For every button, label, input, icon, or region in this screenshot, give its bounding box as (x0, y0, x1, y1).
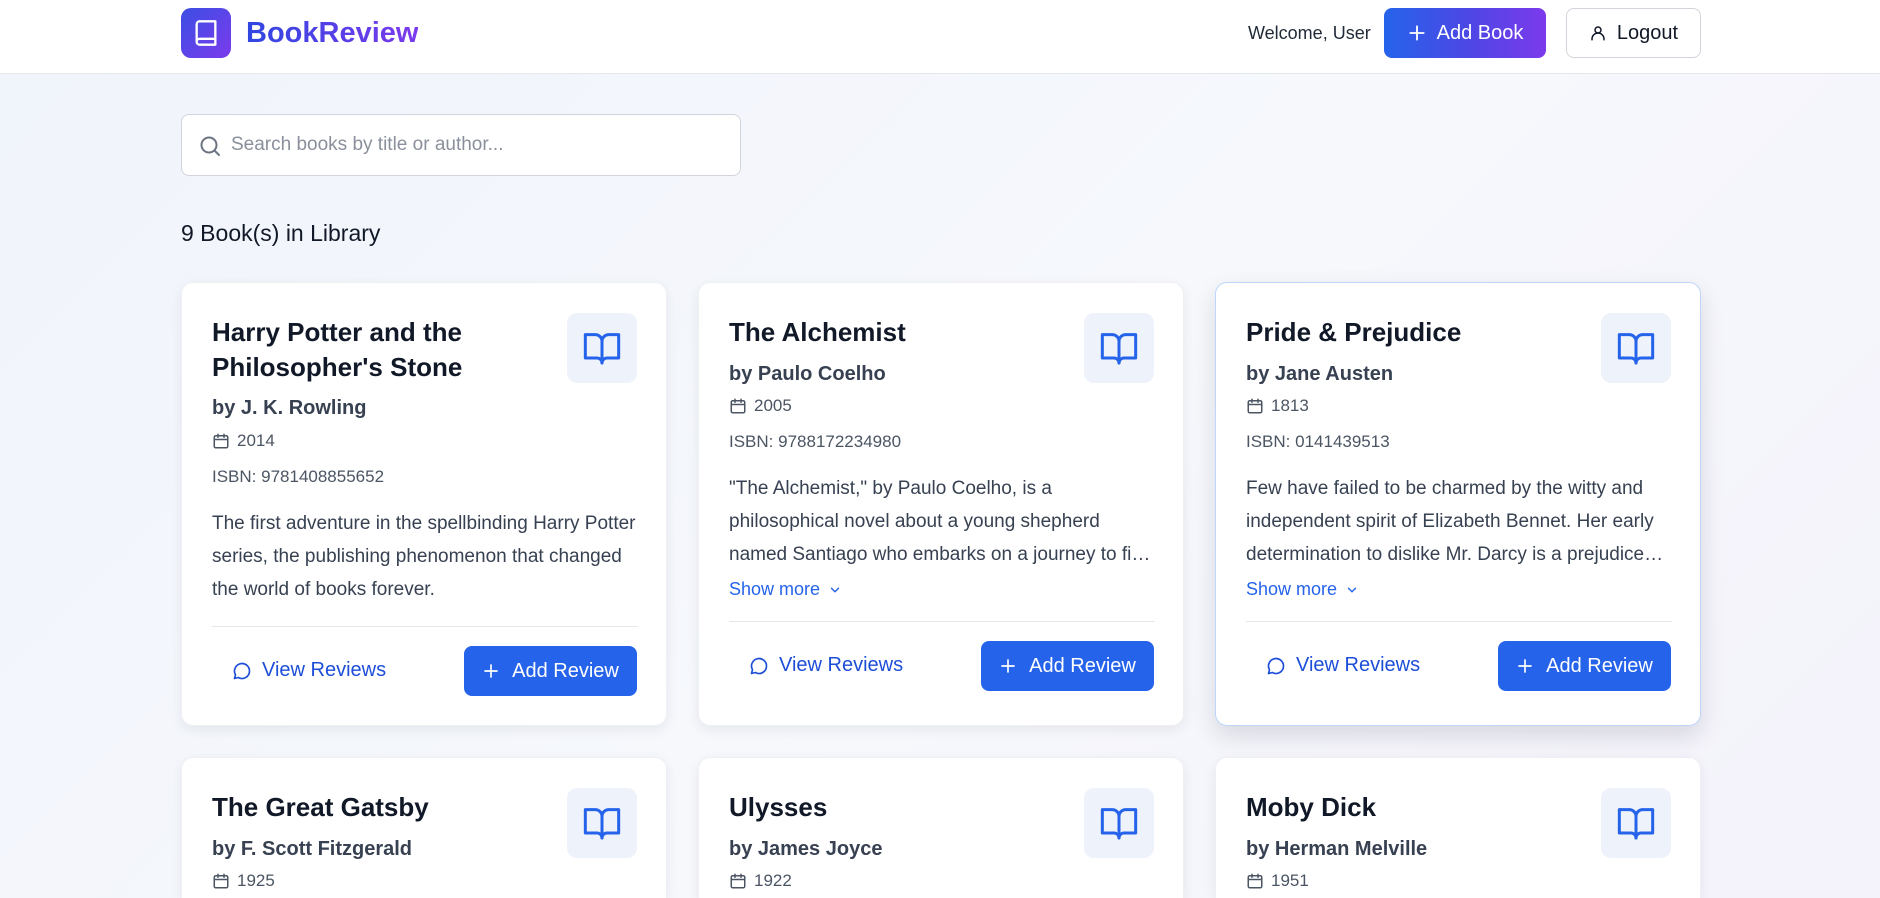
message-circle-icon (1266, 656, 1286, 676)
view-reviews-button[interactable]: View Reviews (1266, 654, 1420, 677)
logout-button[interactable]: Logout (1566, 8, 1701, 58)
add-book-button[interactable]: Add Book (1384, 8, 1546, 58)
logout-label: Logout (1616, 21, 1679, 44)
calendar-icon (212, 872, 230, 890)
card-divider (1246, 621, 1672, 622)
user-icon (1589, 24, 1607, 42)
book-open-icon (1601, 788, 1671, 858)
view-reviews-button[interactable]: View Reviews (232, 659, 386, 682)
view-reviews-label: View Reviews (1296, 654, 1421, 676)
add-review-button[interactable]: Add Review (464, 646, 637, 696)
book-description: "The Alchemist," by Paulo Coelho, is a p… (729, 478, 1153, 565)
book-year-value: 2014 (237, 431, 275, 450)
calendar-icon (1246, 397, 1264, 415)
book-card: Harry Potter and the Philosopher's Stone… (181, 282, 667, 726)
calendar-icon (212, 432, 230, 450)
book-year: 1813 (1246, 396, 1309, 416)
card-divider (729, 621, 1155, 622)
view-reviews-label: View Reviews (262, 659, 387, 681)
view-reviews-label: View Reviews (779, 654, 904, 676)
book-year-value: 1813 (1271, 396, 1309, 415)
add-review-label: Add Review (1546, 654, 1653, 677)
add-review-label: Add Review (512, 659, 619, 682)
book-title: Harry Potter and the Philosopher's Stone (212, 317, 463, 382)
search-input[interactable] (231, 115, 731, 175)
book-year-value: 2005 (754, 396, 792, 415)
book-card: The Great Gatsby by F. Scott Fitzgerald … (181, 757, 667, 898)
app-name: BookReview (246, 16, 419, 49)
book-author: by James Joyce (729, 838, 883, 860)
book-isbn: ISBN: 0141439513 (1246, 432, 1390, 451)
plus-icon (1407, 23, 1427, 43)
book-title: Ulysses (729, 792, 828, 822)
plus-icon (1516, 657, 1534, 675)
add-review-label: Add Review (1029, 654, 1136, 677)
show-more-label: Show more (729, 579, 821, 599)
book-year-value: 1951 (1271, 871, 1309, 890)
book-author: by Jane Austen (1246, 363, 1394, 385)
book-open-icon (1084, 788, 1154, 858)
book-year-value: 1922 (754, 871, 792, 890)
book-author: by J. K. Rowling (212, 397, 367, 419)
book-isbn: ISBN: 9788172234980 (729, 432, 902, 451)
chevron-down-icon (1345, 583, 1359, 597)
book-open-icon (567, 788, 637, 858)
book-title: The Great Gatsby (212, 792, 429, 822)
book-open-icon (1084, 313, 1154, 383)
view-reviews-button[interactable]: View Reviews (749, 654, 903, 677)
book-title: Pride & Prejudice (1246, 317, 1462, 347)
search-icon (198, 134, 222, 158)
book-year: 2005 (729, 396, 792, 416)
book-year-value: 1925 (237, 871, 275, 890)
add-review-button[interactable]: Add Review (981, 641, 1154, 691)
book-card: Ulysses by James Joyce 1922 (698, 757, 1184, 898)
book-open-icon (1601, 313, 1671, 383)
calendar-icon (729, 397, 747, 415)
plus-icon (999, 657, 1017, 675)
card-divider (212, 626, 638, 627)
book-card: The Alchemist by Paulo Coelho 2005 ISBN:… (698, 282, 1184, 726)
book-title: The Alchemist (729, 317, 906, 347)
book-year: 2014 (212, 431, 275, 451)
book-card: Moby Dick by Herman Melville 1951 (1215, 757, 1701, 898)
book-open-icon (567, 313, 637, 383)
book-title: Moby Dick (1246, 792, 1377, 822)
search-bar[interactable] (181, 114, 741, 176)
show-more-label: Show more (1246, 579, 1338, 599)
add-review-button[interactable]: Add Review (1498, 641, 1671, 691)
welcome-text: Welcome, User (1248, 23, 1371, 43)
book-icon (181, 8, 231, 58)
book-year: 1951 (1246, 871, 1309, 891)
book-year: 1922 (729, 871, 792, 891)
book-author: by Herman Melville (1246, 838, 1428, 860)
book-author: by F. Scott Fitzgerald (212, 838, 413, 860)
message-circle-icon (232, 661, 252, 681)
book-card: Pride & Prejudice by Jane Austen 1813 IS… (1215, 282, 1701, 726)
book-year: 1925 (212, 871, 275, 891)
calendar-icon (729, 872, 747, 890)
book-count: 9 Book(s) in Library (181, 220, 381, 246)
chevron-down-icon (828, 583, 842, 597)
plus-icon (482, 662, 500, 680)
add-book-label: Add Book (1436, 21, 1524, 44)
top-navbar: BookReview Welcome, User Add Book Logout (0, 0, 1880, 74)
book-author: by Paulo Coelho (729, 363, 886, 385)
app-logo[interactable]: BookReview (181, 8, 418, 58)
show-more-link[interactable]: Show more (729, 579, 842, 600)
message-circle-icon (749, 656, 769, 676)
book-description: The first adventure in the spellbinding … (212, 513, 636, 600)
calendar-icon (1246, 872, 1264, 890)
book-description: Few have failed to be charmed by the wit… (1246, 478, 1654, 565)
show-more-link[interactable]: Show more (1246, 579, 1359, 600)
book-isbn: ISBN: 9781408855652 (212, 467, 385, 486)
